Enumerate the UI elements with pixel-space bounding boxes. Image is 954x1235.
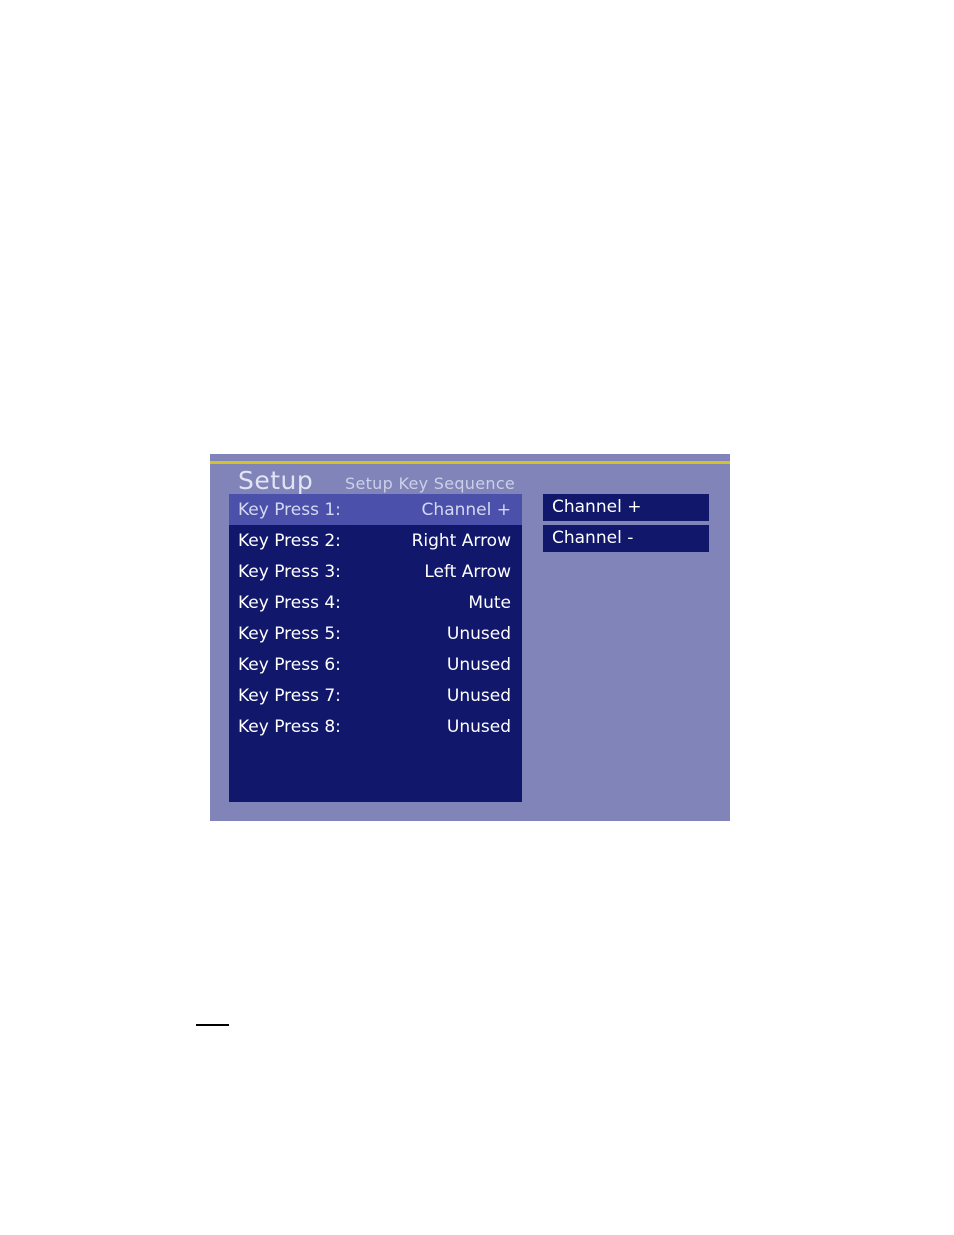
key-press-label: Key Press 2: — [238, 530, 341, 551]
page-title: Setup — [238, 466, 314, 495]
option-dropdown[interactable]: Channel + Channel - — [543, 494, 709, 556]
dropdown-option[interactable]: Channel + — [543, 494, 709, 521]
dropdown-option[interactable]: Channel - — [543, 525, 709, 552]
key-press-value: Left Arrow — [424, 561, 511, 582]
key-press-label: Key Press 4: — [238, 592, 341, 613]
key-press-label: Key Press 6: — [238, 654, 341, 675]
table-row[interactable]: Key Press 8: Unused — [229, 711, 522, 742]
table-row[interactable]: Key Press 6: Unused — [229, 649, 522, 680]
key-press-list: Key Press 1: Channel + Key Press 2: Right A… — [229, 494, 522, 802]
setup-osd-panel: Setup Setup Key Sequence Key Press 1: Cha… — [210, 454, 730, 821]
key-press-value: Right Arrow — [411, 530, 511, 551]
key-press-value: Unused — [446, 716, 511, 737]
key-press-value: Mute — [468, 592, 511, 613]
key-press-value: Unused — [446, 685, 511, 706]
key-press-label: Key Press 8: — [238, 716, 341, 737]
key-press-value: Unused — [446, 623, 511, 644]
key-press-label: Key Press 1: — [238, 499, 341, 520]
footnote-separator — [196, 1024, 229, 1026]
key-press-label: Key Press 7: — [238, 685, 341, 706]
table-row[interactable]: Key Press 3: Left Arrow — [229, 556, 522, 587]
key-press-label: Key Press 3: — [238, 561, 341, 582]
key-press-label: Key Press 5: — [238, 623, 341, 644]
panel-subtitle: Setup Key Sequence — [345, 474, 516, 493]
table-row[interactable]: Key Press 1: Channel + — [229, 494, 522, 525]
table-row[interactable]: Key Press 5: Unused — [229, 618, 522, 649]
key-press-value: Unused — [446, 654, 511, 675]
table-row[interactable]: Key Press 7: Unused — [229, 680, 522, 711]
table-row[interactable]: Key Press 4: Mute — [229, 587, 522, 618]
key-press-value: Channel + — [421, 499, 511, 520]
table-row[interactable]: Key Press 2: Right Arrow — [229, 525, 522, 556]
